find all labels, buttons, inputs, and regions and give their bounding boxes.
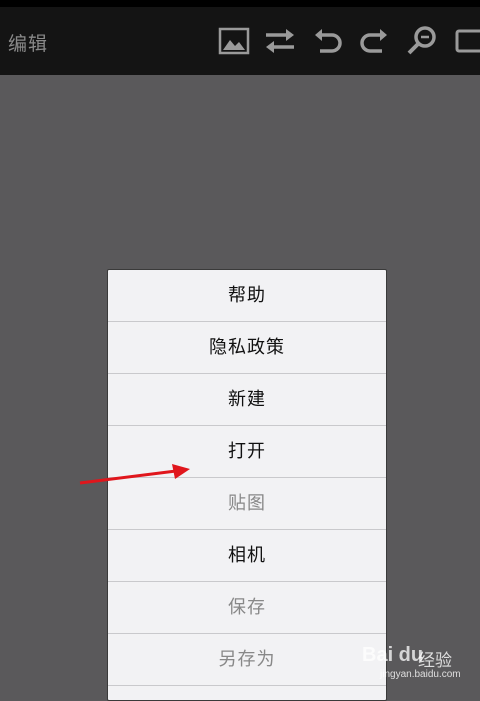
- baidu-watermark: Bai du 经验 jingyan.baidu.com: [352, 636, 476, 686]
- menu-item-new[interactable]: 新建: [108, 374, 386, 426]
- watermark-url: jingyan.baidu.com: [380, 669, 461, 680]
- baidu-logo: Bai du: [362, 644, 424, 666]
- menu-item-privacy-policy[interactable]: 隐私政策: [108, 322, 386, 374]
- undo-icon[interactable]: [312, 25, 344, 57]
- menu-item-help[interactable]: 帮助: [108, 270, 386, 322]
- status-strip: [0, 0, 480, 7]
- annotation-arrow: [76, 462, 194, 490]
- menu-item-camera[interactable]: 相机: [108, 530, 386, 582]
- watermark-jingyan: 经验: [418, 651, 452, 670]
- redo-icon[interactable]: [358, 25, 390, 57]
- menu-item-save-as: 另存为: [108, 634, 386, 686]
- image-icon[interactable]: [218, 25, 250, 57]
- swap-icon[interactable]: [264, 25, 296, 57]
- zoom-icon[interactable]: [406, 25, 438, 57]
- top-toolbar: 编辑: [0, 7, 480, 75]
- menu-item-save: 保存: [108, 582, 386, 634]
- rectangle-icon[interactable]: [454, 25, 480, 57]
- toolbar-title: 编辑: [8, 33, 49, 55]
